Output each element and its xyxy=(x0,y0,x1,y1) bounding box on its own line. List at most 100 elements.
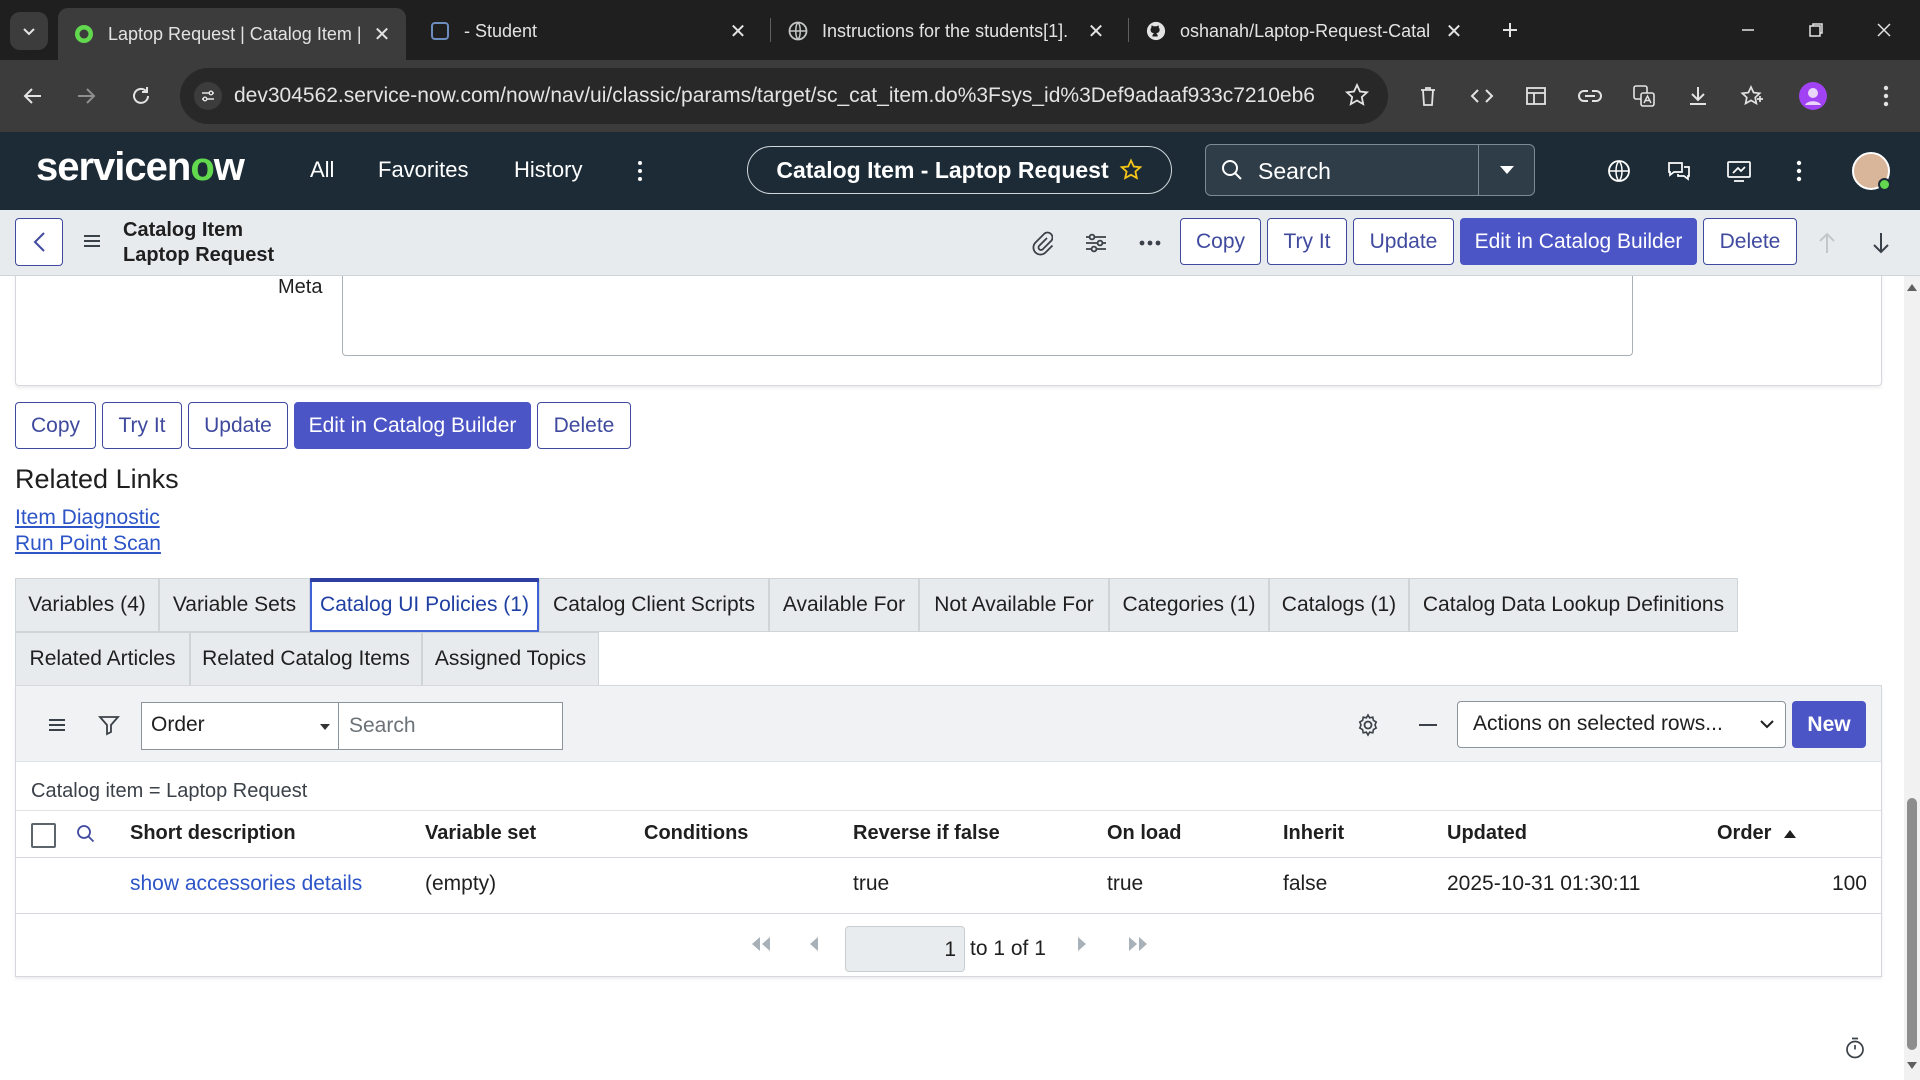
nav-history[interactable]: History xyxy=(514,157,582,183)
tab-related-catalog-items[interactable]: Related Catalog Items xyxy=(190,632,422,686)
screen-share-icon[interactable] xyxy=(1724,156,1754,186)
table-extension-icon[interactable] xyxy=(1518,78,1554,114)
column-on-load[interactable]: On load xyxy=(1107,822,1181,845)
tab-not-available-for[interactable]: Not Available For xyxy=(919,578,1109,632)
column-reverse-if-false[interactable]: Reverse if false xyxy=(853,822,1000,845)
nav-all[interactable]: All xyxy=(310,157,334,183)
filter-icon[interactable] xyxy=(96,712,122,738)
close-icon[interactable]: ✕ xyxy=(370,22,394,46)
reload-icon[interactable] xyxy=(122,77,160,115)
address-bar[interactable]: dev304562.service-now.com/now/nav/ui/cla… xyxy=(180,68,1388,124)
user-avatar[interactable] xyxy=(1852,152,1891,191)
browser-tab[interactable]: Instructions for the students[1]. ✕ xyxy=(772,8,1120,54)
run-point-scan-link[interactable]: Run Point Scan xyxy=(15,532,161,556)
tab-categories[interactable]: Categories (1) xyxy=(1109,578,1269,632)
hamburger-menu-icon[interactable] xyxy=(82,232,102,250)
link-icon[interactable] xyxy=(1572,78,1608,114)
browser-tab-active[interactable]: Laptop Request | Catalog Item | ✕ xyxy=(58,8,406,60)
forward-arrow-icon[interactable] xyxy=(67,77,105,115)
close-icon[interactable]: ✕ xyxy=(726,19,750,43)
window-close-icon[interactable] xyxy=(1850,0,1918,60)
context-title-pill[interactable]: Catalog Item - Laptop Request xyxy=(747,146,1172,194)
column-inherit[interactable]: Inherit xyxy=(1283,822,1344,845)
personalize-icon[interactable] xyxy=(1081,228,1111,258)
timer-icon[interactable] xyxy=(1845,1037,1865,1059)
filter-breadcrumb[interactable]: Catalog item = Laptop Request xyxy=(31,780,307,803)
more-menu-icon[interactable] xyxy=(632,156,648,186)
try-it-button-bottom[interactable]: Try It xyxy=(102,402,182,449)
search-scope-dropdown[interactable] xyxy=(1478,145,1534,195)
bookmark-star-icon[interactable] xyxy=(1344,82,1370,108)
bookmarks-icon[interactable] xyxy=(1734,78,1770,114)
site-info-icon[interactable] xyxy=(194,82,222,110)
chat-icon[interactable] xyxy=(1664,156,1694,186)
tab-related-articles[interactable]: Related Articles xyxy=(15,632,190,686)
column-variable-set[interactable]: Variable set xyxy=(425,822,536,845)
minimize-icon[interactable] xyxy=(1714,0,1782,60)
actions-select[interactable]: Actions on selected rows... xyxy=(1457,701,1786,748)
page-scrollbar[interactable] xyxy=(1904,276,1920,1080)
tab-catalogs[interactable]: Catalogs (1) xyxy=(1269,578,1409,632)
kebab-menu-icon[interactable] xyxy=(1784,156,1814,186)
restore-icon[interactable] xyxy=(1782,0,1850,60)
browser-tab[interactable]: oshanah/Laptop-Request-Catal ✕ xyxy=(1130,8,1478,54)
edit-in-catalog-builder-button[interactable]: Edit in Catalog Builder xyxy=(1460,218,1697,265)
next-page-icon[interactable] xyxy=(1076,936,1088,952)
global-search[interactable]: Search xyxy=(1205,144,1535,196)
browser-menu-icon[interactable] xyxy=(1868,78,1904,114)
column-updated[interactable]: Updated xyxy=(1447,822,1527,845)
scroll-down-icon[interactable] xyxy=(1907,1062,1917,1069)
new-button[interactable]: New xyxy=(1792,701,1866,748)
select-all-checkbox[interactable] xyxy=(31,823,56,848)
copy-button[interactable]: Copy xyxy=(1180,218,1261,265)
download-icon[interactable] xyxy=(1680,78,1716,114)
nav-favorites[interactable]: Favorites xyxy=(378,157,468,183)
order-field-select[interactable]: Order xyxy=(141,702,341,750)
update-button-bottom[interactable]: Update xyxy=(188,402,288,449)
star-icon[interactable] xyxy=(1119,158,1143,182)
edit-in-catalog-builder-button-bottom[interactable]: Edit in Catalog Builder xyxy=(294,402,531,449)
tab-assigned-topics[interactable]: Assigned Topics xyxy=(422,632,599,686)
column-search-icon[interactable] xyxy=(76,824,96,844)
gear-icon[interactable] xyxy=(1355,712,1381,738)
profile-avatar-icon[interactable] xyxy=(1795,78,1831,114)
trash-extension-icon[interactable] xyxy=(1410,78,1446,114)
tab-available-for[interactable]: Available For xyxy=(769,578,919,632)
back-arrow-icon[interactable] xyxy=(14,77,52,115)
page-number-input[interactable]: 1 xyxy=(845,926,965,972)
scrollbar-thumb[interactable] xyxy=(1907,798,1917,1050)
last-page-icon[interactable] xyxy=(1127,936,1149,952)
item-diagnostic-link[interactable]: Item Diagnostic xyxy=(15,506,160,530)
list-menu-icon[interactable] xyxy=(44,712,70,738)
browser-tab[interactable]: - Student ✕ xyxy=(414,8,762,54)
globe-icon[interactable] xyxy=(1604,156,1634,186)
scroll-up-icon[interactable] xyxy=(1907,284,1917,291)
servicenow-logo[interactable]: servicenow xyxy=(36,145,245,190)
first-page-icon[interactable] xyxy=(750,936,772,952)
close-icon[interactable]: ✕ xyxy=(1442,19,1466,43)
meta-textarea[interactable] xyxy=(342,276,1633,356)
tab-catalog-data-lookup-definitions[interactable]: Catalog Data Lookup Definitions xyxy=(1409,578,1738,632)
tab-variable-sets[interactable]: Variable Sets xyxy=(159,578,310,632)
tab-search-button[interactable] xyxy=(10,12,48,50)
new-tab-icon[interactable] xyxy=(1494,14,1526,46)
next-record-icon[interactable] xyxy=(1866,228,1896,258)
more-actions-icon[interactable] xyxy=(1135,228,1165,258)
cell-short-description[interactable]: show accessories details xyxy=(130,872,362,896)
back-button[interactable] xyxy=(15,218,63,266)
paperclip-icon[interactable] xyxy=(1027,228,1057,258)
code-icon[interactable] xyxy=(1464,78,1500,114)
previous-page-icon[interactable] xyxy=(808,936,820,952)
collapse-icon[interactable] xyxy=(1415,712,1441,738)
column-order[interactable]: Order xyxy=(1717,822,1797,845)
column-conditions[interactable]: Conditions xyxy=(644,822,748,845)
translate-icon[interactable] xyxy=(1626,78,1662,114)
tab-variables[interactable]: Variables (4) xyxy=(15,578,159,632)
delete-button-bottom[interactable]: Delete xyxy=(537,402,631,449)
tab-catalog-client-scripts[interactable]: Catalog Client Scripts xyxy=(539,578,769,632)
tab-catalog-ui-policies[interactable]: Catalog UI Policies (1) xyxy=(310,578,539,632)
copy-button-bottom[interactable]: Copy xyxy=(15,402,96,449)
column-short-description[interactable]: Short description xyxy=(130,822,296,845)
update-button[interactable]: Update xyxy=(1353,218,1454,265)
delete-button[interactable]: Delete xyxy=(1703,218,1797,265)
